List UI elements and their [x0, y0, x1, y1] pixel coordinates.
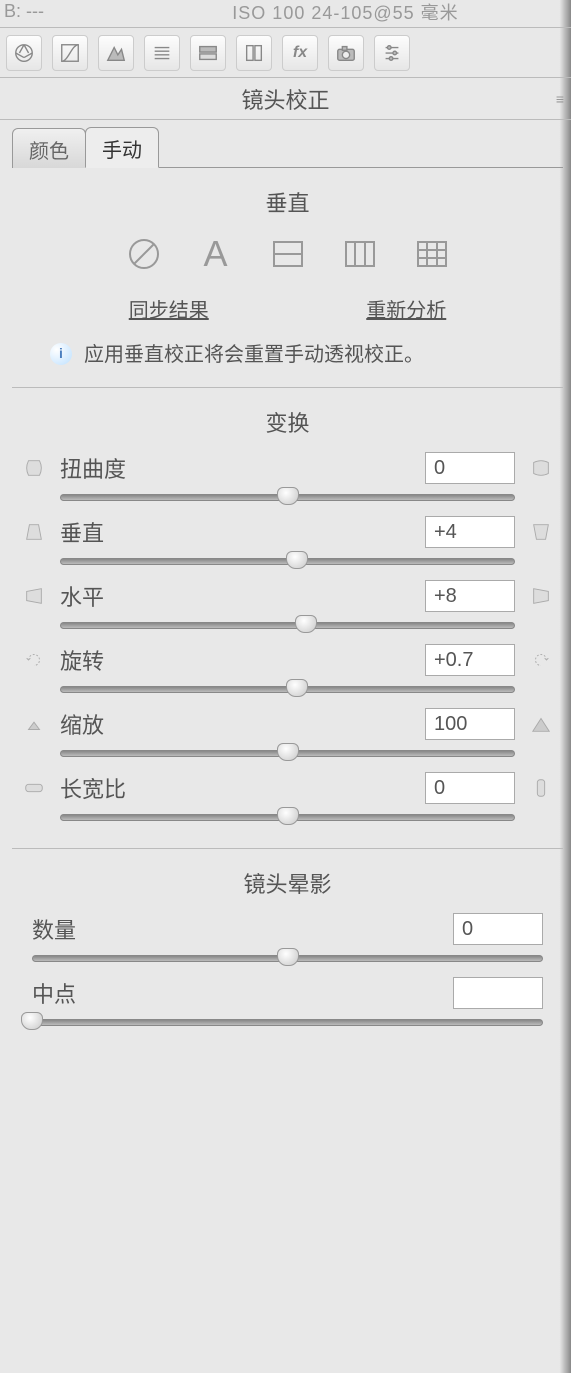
aspect-slider[interactable] — [60, 808, 515, 826]
scale-input[interactable] — [425, 708, 515, 740]
tab-color[interactable]: 颜色 — [12, 128, 86, 168]
vignette-midpoint-label: 中点 — [32, 977, 441, 1009]
mountain-tool-icon[interactable] — [98, 35, 134, 71]
vignette-section: 镜头晕影 数量 中点 — [12, 849, 563, 1053]
vignette-midpoint-input[interactable] — [453, 977, 543, 1009]
horizontal-left-icon — [20, 582, 48, 610]
tab-manual[interactable]: 手动 — [85, 127, 159, 168]
exif-info-bar: B: --- ISO 100 24-105@55 毫米 — [0, 0, 571, 28]
scale-label: 缩放 — [60, 708, 413, 740]
upright-level-icon[interactable] — [266, 232, 310, 276]
sync-results-link[interactable]: 同步结果 — [129, 294, 209, 323]
upright-vertical-icon[interactable] — [338, 232, 382, 276]
vignette-midpoint-slider[interactable] — [32, 1013, 543, 1031]
upright-section: 垂直 A 同步结果 重新分析 i 应用垂直校正将会重置手动透视校正。 — [12, 168, 563, 388]
horizontal-right-icon — [527, 582, 555, 610]
distortion-left-icon — [20, 454, 48, 482]
rotate-slider[interactable] — [60, 680, 515, 698]
scale-left-icon — [20, 710, 48, 738]
transform-title: 变换 — [20, 406, 555, 438]
distortion-slider[interactable] — [60, 488, 515, 506]
tab-bar: 颜色 手动 — [12, 126, 563, 168]
horizontal-input[interactable] — [425, 580, 515, 612]
vertical-label: 垂直 — [60, 516, 413, 548]
scale-slider[interactable] — [60, 744, 515, 762]
tool-strip: fx — [0, 28, 571, 78]
split-tool-icon[interactable] — [190, 35, 226, 71]
aspect-input[interactable] — [425, 772, 515, 804]
upright-auto-icon[interactable]: A — [194, 232, 238, 276]
horizontal-label: 水平 — [60, 580, 413, 612]
aspect-right-icon — [527, 774, 555, 802]
vignette-amount-input[interactable] — [453, 913, 543, 945]
reanalyze-link[interactable]: 重新分析 — [366, 294, 446, 323]
upright-info-box: i 应用垂直校正将会重置手动透视校正。 — [20, 341, 555, 375]
transform-section: 变换 扭曲度 垂直 水平 旋转 — [12, 388, 563, 849]
panel-title: 镜头校正 ≡ — [0, 78, 571, 120]
vertical-left-icon — [20, 518, 48, 546]
detail-tool-icon[interactable] — [144, 35, 180, 71]
vignette-amount-slider[interactable] — [32, 949, 543, 967]
scale-right-icon — [527, 710, 555, 738]
vignette-amount-label: 数量 — [32, 913, 441, 945]
b-channel-label: B: --- — [4, 1, 124, 22]
presets-tool-icon[interactable] — [374, 35, 410, 71]
upright-title: 垂直 — [20, 186, 555, 218]
lens-tool-icon[interactable] — [236, 35, 272, 71]
upright-full-icon[interactable] — [410, 232, 454, 276]
upright-off-icon[interactable] — [122, 232, 166, 276]
upright-info-text: 应用垂直校正将会重置手动透视校正。 — [84, 341, 424, 369]
curves-tool-icon[interactable] — [52, 35, 88, 71]
distortion-input[interactable] — [425, 452, 515, 484]
rotate-left-icon — [20, 646, 48, 674]
camera-tool-icon[interactable] — [328, 35, 364, 71]
aspect-label: 长宽比 — [60, 772, 413, 804]
vignette-title: 镜头晕影 — [20, 867, 555, 899]
horizontal-slider[interactable] — [60, 616, 515, 634]
vertical-right-icon — [527, 518, 555, 546]
vertical-input[interactable] — [425, 516, 515, 548]
rotate-right-icon — [527, 646, 555, 674]
fx-tool-icon[interactable]: fx — [282, 35, 318, 71]
panel-menu-icon[interactable]: ≡ — [556, 91, 561, 107]
aperture-tool-icon[interactable] — [6, 35, 42, 71]
distortion-label: 扭曲度 — [60, 452, 413, 484]
aspect-left-icon — [20, 774, 48, 802]
info-icon: i — [50, 343, 72, 365]
rotate-label: 旋转 — [60, 644, 413, 676]
distortion-right-icon — [527, 454, 555, 482]
iso-lens-text: ISO 100 24-105@55 毫米 — [124, 0, 567, 25]
vertical-slider[interactable] — [60, 552, 515, 570]
rotate-input[interactable] — [425, 644, 515, 676]
